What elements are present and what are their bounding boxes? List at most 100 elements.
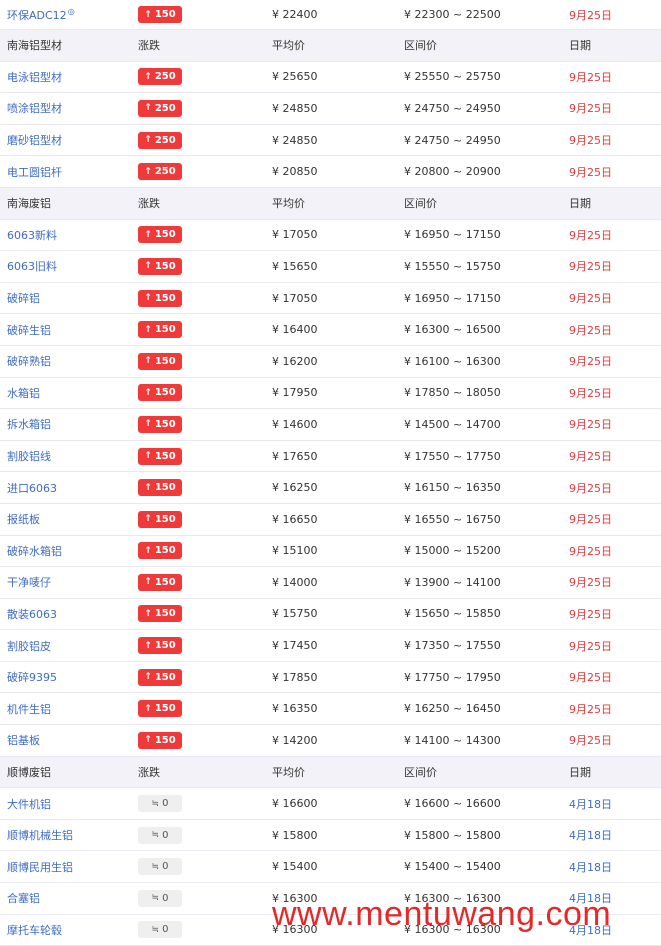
avg-price: ¥ 15800	[272, 828, 318, 842]
change-up-badge: ↑ 150	[138, 700, 182, 718]
arrow-up-icon: ↑	[144, 672, 152, 683]
update-date: 9月25日	[569, 323, 612, 337]
flat-icon: ≒	[151, 830, 160, 841]
item-name-link[interactable]: 顺博机械生铝	[7, 829, 73, 842]
table-row: 机件生铝 ↑ 150 ¥ 16350 ¥ 16250 ~ 16450 9月25日	[0, 693, 661, 726]
price-range: ¥ 16300 ~ 16300	[404, 891, 501, 905]
table-row: 6063新料 ↑ 150 ¥ 17050 ¥ 16950 ~ 17150 9月25日	[0, 220, 661, 252]
column-header-change: 涨跌	[138, 39, 160, 53]
item-name-cell: 破碎水箱铝	[0, 543, 138, 559]
price-range: ¥ 16150 ~ 16350	[404, 481, 501, 495]
column-header-date: 日期	[569, 39, 591, 53]
item-name-link[interactable]: 破碎铝	[7, 292, 40, 305]
item-name-link[interactable]: 摩托车轮毂	[7, 924, 62, 937]
item-name-link[interactable]: 电泳铝型材	[7, 71, 62, 84]
item-name-cell: 干净唛仔	[0, 574, 138, 590]
table-row: 破碎生铝 ↑ 150 ¥ 16400 ¥ 16300 ~ 16500 9月25日	[0, 314, 661, 346]
avg-price: ¥ 17650	[272, 449, 318, 463]
update-date: 9月25日	[569, 671, 612, 685]
arrow-up-icon: ↑	[144, 577, 152, 588]
avg-price: ¥ 14200	[272, 733, 318, 747]
change-cell: ↑ 150	[138, 447, 272, 465]
arrow-up-icon: ↑	[144, 135, 152, 146]
item-name-cell: 合塞铝	[0, 890, 138, 906]
avg-price: ¥ 24850	[272, 101, 318, 115]
update-date: 4月18日	[569, 797, 612, 811]
change-cell: ↑ 150	[138, 384, 272, 402]
avg-price: ¥ 14600	[272, 417, 318, 431]
item-name-cell: 机件生铝	[0, 701, 138, 717]
price-range: ¥ 16950 ~ 17150	[404, 228, 501, 242]
update-date: 4月18日	[569, 829, 612, 843]
update-date: 9月25日	[569, 702, 612, 716]
table-row: 磨砂铝型材 ↑ 250 ¥ 24850 ¥ 24750 ~ 24950 9月25日	[0, 125, 661, 157]
update-date: 9月25日	[569, 386, 612, 400]
table-row: 破碎水箱铝 ↑ 150 ¥ 15100 ¥ 15000 ~ 15200 9月25日	[0, 536, 661, 568]
update-date: 9月25日	[569, 734, 612, 748]
item-name-link[interactable]: 破碎水箱铝	[7, 545, 62, 558]
item-name-link[interactable]: 拆水箱铝	[7, 418, 51, 431]
item-name-link[interactable]: 电工圆铝杆	[7, 166, 62, 179]
change-value: 150	[154, 229, 176, 241]
change-cell: ↑ 150	[138, 321, 272, 339]
column-header-range: 区间价	[404, 765, 437, 779]
item-name-link[interactable]: 割胶铝皮	[7, 640, 51, 653]
update-date: 9月25日	[569, 8, 612, 22]
change-cell: ↑ 150	[138, 700, 272, 718]
table-row: 报纸板 ↑ 150 ¥ 16650 ¥ 16550 ~ 16750 9月25日	[0, 504, 661, 536]
item-name-link[interactable]: 干净唛仔	[7, 576, 51, 589]
flat-icon: ≒	[151, 893, 160, 904]
table-row: 散装6063 ↑ 150 ¥ 15750 ¥ 15650 ~ 15850 9月25日	[0, 599, 661, 631]
table-row: 拆水箱铝 ↑ 150 ¥ 14600 ¥ 14500 ~ 14700 9月25日	[0, 409, 661, 441]
item-name-link[interactable]: 磨砂铝型材	[7, 134, 62, 147]
change-value: 150	[154, 260, 176, 272]
item-name-link[interactable]: 散装6063	[7, 608, 57, 621]
flat-icon: ≒	[151, 861, 160, 872]
change-value: 150	[154, 418, 176, 430]
item-name-link[interactable]: 破碎生铝	[7, 324, 51, 337]
section-title-text: 南海铝型材	[7, 39, 62, 53]
price-range: ¥ 16250 ~ 16450	[404, 702, 501, 716]
item-name-link[interactable]: 报纸板	[7, 513, 40, 526]
change-flat-badge: ≒ 0	[138, 889, 182, 907]
price-range: ¥ 25550 ~ 25750	[404, 70, 501, 84]
price-range: ¥ 15550 ~ 15750	[404, 259, 501, 273]
price-range: ¥ 15000 ~ 15200	[404, 544, 501, 558]
item-name-link[interactable]: 水箱铝	[7, 387, 40, 400]
item-name-link[interactable]: 进口6063	[7, 482, 57, 495]
table-row: 6063旧料 ↑ 150 ¥ 15650 ¥ 15550 ~ 15750 9月25日	[0, 251, 661, 283]
update-date: 9月25日	[569, 544, 612, 558]
change-value: 150	[154, 450, 176, 462]
avg-price: ¥ 17950	[272, 386, 318, 400]
avg-price: ¥ 17450	[272, 639, 318, 653]
price-range: ¥ 15800 ~ 15800	[404, 828, 501, 842]
item-name-cell: 散装6063	[0, 606, 138, 622]
avg-price: ¥ 15100	[272, 544, 318, 558]
item-name-link[interactable]: 破碎9395	[7, 671, 57, 684]
item-name-link[interactable]: 铝基板	[7, 734, 40, 747]
arrow-up-icon: ↑	[144, 387, 152, 398]
item-name-link[interactable]: 环保ADC12	[7, 9, 67, 22]
change-cell: ↑ 150	[138, 226, 272, 244]
update-date: 9月25日	[569, 639, 612, 653]
item-name-link[interactable]: 喷涂铝型材	[7, 102, 62, 115]
arrow-up-icon: ↑	[144, 261, 152, 272]
change-value: 150	[154, 292, 176, 304]
change-cell: ≒ 0	[138, 889, 272, 907]
avg-price: ¥ 16350	[272, 702, 318, 716]
item-name-link[interactable]: 6063旧料	[7, 260, 57, 273]
change-flat-badge: ≒ 0	[138, 826, 182, 844]
item-name-link[interactable]: 机件生铝	[7, 703, 51, 716]
item-name-link[interactable]: 大件机铝	[7, 798, 51, 811]
column-header-avg: 平均价	[272, 197, 305, 211]
item-name-link[interactable]: 破碎熟铝	[7, 355, 51, 368]
item-name-link[interactable]: 6063新料	[7, 229, 57, 242]
price-range: ¥ 15650 ~ 15850	[404, 607, 501, 621]
item-name-link[interactable]: 合塞铝	[7, 892, 40, 905]
change-up-badge: ↑ 150	[138, 257, 182, 275]
item-name-link[interactable]: 割胶铝线	[7, 450, 51, 463]
item-name-link[interactable]: 顺博民用生铝	[7, 861, 73, 874]
table-row: 环保ADC12◎ ↑ 150 ¥ 22400 ¥ 22300 ~ 22500 9月25日	[0, 0, 661, 30]
arrow-up-icon: ↑	[144, 482, 152, 493]
avg-price: ¥ 16600	[272, 797, 318, 811]
